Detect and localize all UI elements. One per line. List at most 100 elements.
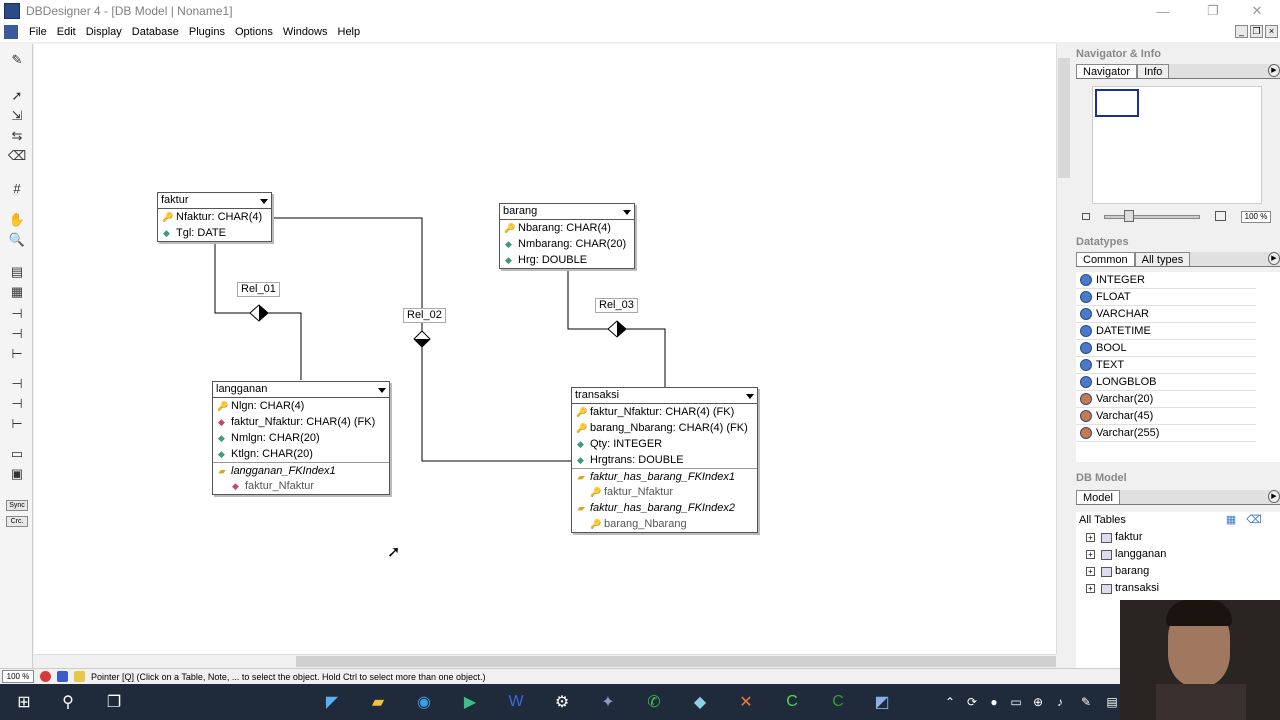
- relation-11-nonid-icon[interactable]: ⊣: [8, 396, 26, 412]
- expand-icon[interactable]: +: [1086, 533, 1095, 542]
- menu-options[interactable]: Options: [230, 26, 278, 38]
- datatype-item[interactable]: LONGBLOB: [1076, 374, 1256, 391]
- expand-icon[interactable]: +: [1086, 567, 1095, 576]
- datatype-item[interactable]: TEXT: [1076, 357, 1256, 374]
- microphone-icon[interactable]: ●: [982, 690, 1006, 714]
- relation-inherit-icon[interactable]: ⊢: [8, 416, 26, 432]
- status-zoom[interactable]: 100 %: [2, 670, 34, 683]
- table-faktur[interactable]: faktur 🔑 Nfaktur: CHAR(4) ◆ Tgl: DATE: [157, 192, 272, 242]
- vertical-scrollbar[interactable]: [1056, 44, 1070, 654]
- datatype-item[interactable]: BOOL: [1076, 340, 1256, 357]
- app-icon-c-dark[interactable]: C: [826, 690, 850, 714]
- datatype-item[interactable]: Varchar(45): [1076, 408, 1256, 425]
- note-status-icon[interactable]: [74, 671, 85, 682]
- table-header[interactable]: langganan: [213, 382, 389, 398]
- xampp-icon[interactable]: ✕: [734, 690, 758, 714]
- tab-navigator[interactable]: Navigator: [1076, 64, 1138, 78]
- relation-1n-icon[interactable]: ⊣: [8, 306, 26, 322]
- navigator-preview[interactable]: [1092, 86, 1262, 204]
- index-field-row[interactable]: 🔑 barang_Nbarang: [572, 516, 757, 532]
- battery-icon[interactable]: ▭: [1004, 690, 1028, 714]
- windows-start-icon[interactable]: ⊞: [12, 690, 36, 714]
- grid-icon[interactable]: #: [8, 180, 26, 196]
- panel-menu-icon[interactable]: ▶: [1268, 252, 1280, 265]
- zoom-in-icon[interactable]: [1215, 211, 1226, 221]
- column-row[interactable]: ◆ Nmlgn: CHAR(20): [213, 430, 389, 446]
- tab-common[interactable]: Common: [1076, 252, 1135, 266]
- tree-root[interactable]: All Tables ▦ ⌫: [1076, 512, 1280, 529]
- panel-menu-icon[interactable]: ▶: [1268, 64, 1280, 77]
- menu-windows[interactable]: Windows: [278, 26, 333, 38]
- dropdown-arrow-icon[interactable]: [378, 388, 386, 393]
- datatype-item[interactable]: Varchar(20): [1076, 391, 1256, 408]
- datatype-item[interactable]: INTEGER: [1076, 272, 1256, 289]
- index-field-row[interactable]: 🔑 faktur_Nfaktur: [572, 484, 757, 500]
- column-row[interactable]: 🔑 barang_Nbarang: CHAR(4) (FK): [572, 420, 757, 436]
- relation-1n-nonid-icon[interactable]: ⊣: [8, 326, 26, 342]
- navigator-zoom[interactable]: 100 %: [1241, 211, 1271, 223]
- pen-icon[interactable]: ✎: [8, 52, 26, 68]
- pointer-icon[interactable]: ➚: [8, 88, 26, 104]
- minimize-button[interactable]: —: [1140, 0, 1186, 22]
- index-row[interactable]: ▰ faktur_has_barang_FKIndex1: [572, 468, 757, 484]
- column-row[interactable]: ◆ Hrg: DOUBLE: [500, 252, 634, 268]
- edge-icon[interactable]: ◉: [412, 690, 436, 714]
- relation-nm-icon[interactable]: ⊢: [8, 346, 26, 362]
- horizontal-scrollbar[interactable]: [34, 654, 1056, 667]
- save-icon[interactable]: [57, 671, 68, 682]
- menu-help[interactable]: Help: [333, 26, 366, 38]
- tree-item[interactable]: + faktur: [1076, 529, 1280, 546]
- app-icon-cube[interactable]: ◆: [688, 690, 712, 714]
- move-icon[interactable]: ⇆: [8, 128, 26, 144]
- datatype-item[interactable]: FLOAT: [1076, 289, 1256, 306]
- menu-plugins[interactable]: Plugins: [184, 26, 230, 38]
- stop-icon[interactable]: [40, 671, 51, 682]
- relation-11-icon[interactable]: ⊣: [8, 376, 26, 392]
- menu-display[interactable]: Display: [81, 26, 127, 38]
- new-view-icon[interactable]: ▦: [8, 284, 26, 300]
- column-row[interactable]: ◆ Tgl: DATE: [158, 225, 271, 241]
- tree-item[interactable]: + langganan: [1076, 546, 1280, 563]
- eraser-icon[interactable]: ⌫: [1246, 512, 1262, 529]
- table-transaksi[interactable]: transaksi 🔑 faktur_Nfaktur: CHAR(4) (FK) …: [571, 387, 758, 533]
- zoom-slider[interactable]: [1104, 215, 1200, 219]
- doc-restore-button[interactable]: ❐: [1250, 25, 1263, 38]
- zoom-icon[interactable]: 🔍: [8, 232, 26, 248]
- column-row[interactable]: 🔑 Nlgn: CHAR(4): [213, 398, 389, 414]
- image-icon[interactable]: ▣: [8, 466, 26, 482]
- panel-menu-icon[interactable]: ▶: [1268, 490, 1280, 503]
- sync-button[interactable]: Sync: [6, 500, 28, 511]
- close-button[interactable]: ✕: [1234, 0, 1280, 22]
- file-explorer-icon[interactable]: ▰: [366, 690, 390, 714]
- index-row[interactable]: ▰ faktur_has_barang_FKIndex2: [572, 500, 757, 516]
- tree-item[interactable]: + barang: [1076, 563, 1280, 580]
- new-table-icon[interactable]: ▦: [1226, 512, 1236, 529]
- table-header[interactable]: faktur: [158, 193, 271, 209]
- hand-icon[interactable]: ✋: [8, 212, 26, 228]
- column-row[interactable]: ◆ Ktlgn: CHAR(20): [213, 446, 389, 462]
- dropdown-arrow-icon[interactable]: [746, 394, 754, 399]
- multi-select-icon[interactable]: ⇲: [8, 108, 26, 124]
- doc-minimize-button[interactable]: _: [1235, 25, 1248, 38]
- expand-icon[interactable]: +: [1086, 550, 1095, 559]
- index-field-row[interactable]: ◆ faktur_Nfaktur: [213, 478, 389, 494]
- tray-sync-icon[interactable]: ⟳: [960, 690, 984, 714]
- datatype-item[interactable]: VARCHAR: [1076, 306, 1256, 323]
- word-icon[interactable]: W: [504, 690, 528, 714]
- expand-icon[interactable]: +: [1086, 584, 1095, 593]
- vscode-icon[interactable]: ◤: [320, 690, 344, 714]
- datatype-item[interactable]: Varchar(255): [1076, 425, 1256, 442]
- relation-label-rel-03[interactable]: Rel_03: [595, 298, 638, 313]
- menu-file[interactable]: File: [24, 26, 52, 38]
- model-canvas[interactable]: Rel_01 Rel_02 Rel_03 faktur 🔑 Nfaktur: CH…: [34, 44, 1056, 654]
- navigator-viewport[interactable]: [1095, 89, 1139, 117]
- column-row[interactable]: 🔑 Nbarang: CHAR(4): [500, 220, 634, 236]
- zoom-out-icon[interactable]: [1082, 213, 1090, 220]
- new-table-icon[interactable]: ▤: [8, 264, 26, 280]
- doc-close-button[interactable]: ×: [1265, 25, 1278, 38]
- table-header[interactable]: transaksi: [572, 388, 757, 404]
- app-icon-green[interactable]: ▶: [458, 690, 482, 714]
- tray-chevron-icon[interactable]: ⌃: [938, 690, 962, 714]
- crc-button[interactable]: Crc.: [6, 516, 28, 527]
- whatsapp-icon[interactable]: ✆: [642, 690, 666, 714]
